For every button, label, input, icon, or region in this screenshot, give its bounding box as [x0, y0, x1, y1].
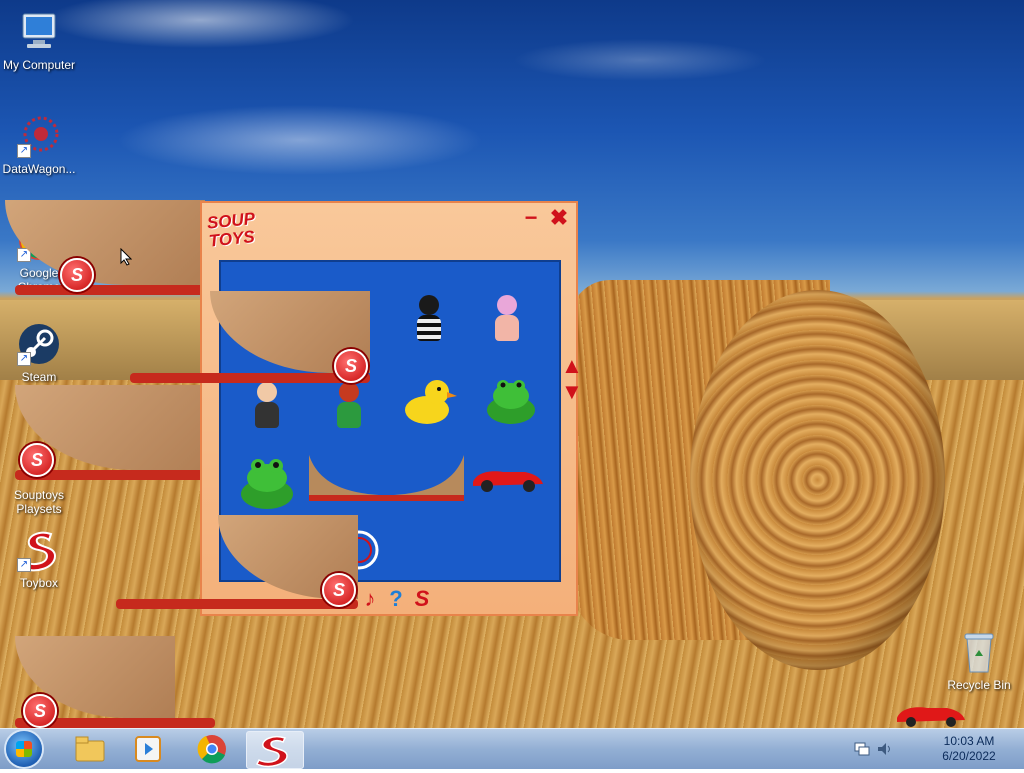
windows-logo-icon [16, 741, 32, 757]
taskbar-explorer[interactable] [62, 731, 118, 767]
clock-time: 10:03 AM [943, 734, 995, 748]
volume-icon[interactable] [876, 741, 892, 757]
network-icon[interactable] [854, 741, 870, 757]
desktop-icon-label: Recycle Bin [947, 678, 1011, 692]
start-button[interactable] [6, 731, 42, 767]
souptoys-window[interactable]: SOUP TOYS − ✖ S S ▲ ▼ ♪ ? S [116, 201, 583, 616]
recycle-bin-icon [957, 630, 1001, 674]
desktop-icon-steam[interactable]: ↗ Steam [0, 322, 78, 384]
toy-figure-pink[interactable] [487, 295, 527, 345]
toolbar-music-icon[interactable]: ♪ [358, 587, 382, 611]
toy-red-car[interactable] [893, 700, 967, 728]
close-button[interactable]: ✖ [548, 207, 570, 229]
shortcut-arrow-icon: ↗ [17, 558, 31, 572]
souptoys-badge-icon: S [60, 258, 94, 292]
toy-figure-redhead[interactable] [329, 382, 369, 432]
toolbar-help-button[interactable]: ? [384, 587, 408, 611]
clock-date: 6/20/2022 [942, 749, 996, 763]
toy-rubber-duck[interactable] [401, 372, 457, 428]
desktop-icon-datawagon[interactable]: ↗ DataWagon... [0, 114, 78, 176]
datawagon-icon: ↗ [17, 114, 61, 158]
desktop-icon-my-computer[interactable]: My Computer [0, 10, 78, 72]
toy-frog[interactable] [483, 372, 539, 428]
hay-bale-face [690, 290, 945, 670]
toy-red-car[interactable] [469, 460, 545, 496]
toolbar-souptoys-button[interactable]: S [410, 587, 434, 611]
steam-icon: ↗ [17, 322, 61, 366]
app-toolbar: ♪ ? S [208, 587, 568, 613]
souptoys-logo: SOUP TOYS [206, 207, 282, 254]
souptoys-badge-icon: S [23, 694, 57, 728]
desktop-icon-recycle-bin[interactable]: Recycle Bin [940, 630, 1018, 692]
desktop-icon-label: Souptoys Playsets [13, 488, 65, 516]
taskbar: 10:03 AM 6/20/2022 [0, 728, 1024, 769]
taskbar-media-player[interactable] [120, 731, 176, 767]
desktop-icon-toybox[interactable]: ↗ Toybox [0, 528, 78, 590]
minimize-button[interactable]: − [520, 207, 542, 229]
chrome-icon [197, 735, 226, 764]
souptoys-s-icon [255, 735, 288, 768]
souptoys-badge-icon: S [20, 443, 54, 477]
ramp-rail [130, 373, 370, 383]
taskbar-chrome[interactable] [184, 731, 240, 767]
toy-halfpipe[interactable] [309, 455, 464, 505]
desktop-icon-label: Steam [21, 370, 57, 384]
skate-ramp[interactable]: S [130, 291, 370, 383]
souptoys-badge-icon: S [334, 349, 368, 383]
shortcut-arrow-icon: ↗ [17, 352, 31, 366]
media-player-icon [135, 736, 161, 762]
toy-frog-large[interactable] [237, 450, 297, 512]
mouse-cursor-icon [120, 247, 133, 266]
skate-ramp[interactable]: S [15, 636, 215, 728]
toy-figure-suit[interactable] [247, 382, 287, 432]
computer-icon [17, 10, 61, 54]
desktop-icon-label: My Computer [2, 58, 76, 72]
desktop-icon-label: DataWagon... [2, 162, 76, 176]
taskbar-souptoys[interactable] [246, 731, 304, 769]
system-tray: 10:03 AM 6/20/2022 [844, 729, 1024, 769]
shortcut-arrow-icon: ↗ [17, 144, 31, 158]
desktop-icon-label: Toybox [19, 576, 59, 590]
clock[interactable]: 10:03 AM 6/20/2022 [934, 734, 1004, 764]
scroll-arrows-icon[interactable]: ▲ ▼ [561, 353, 583, 408]
toybox-icon: ↗ [17, 528, 61, 572]
folder-icon [75, 736, 105, 762]
toy-figure-striped[interactable] [409, 295, 449, 345]
ramp-curve [5, 200, 205, 285]
